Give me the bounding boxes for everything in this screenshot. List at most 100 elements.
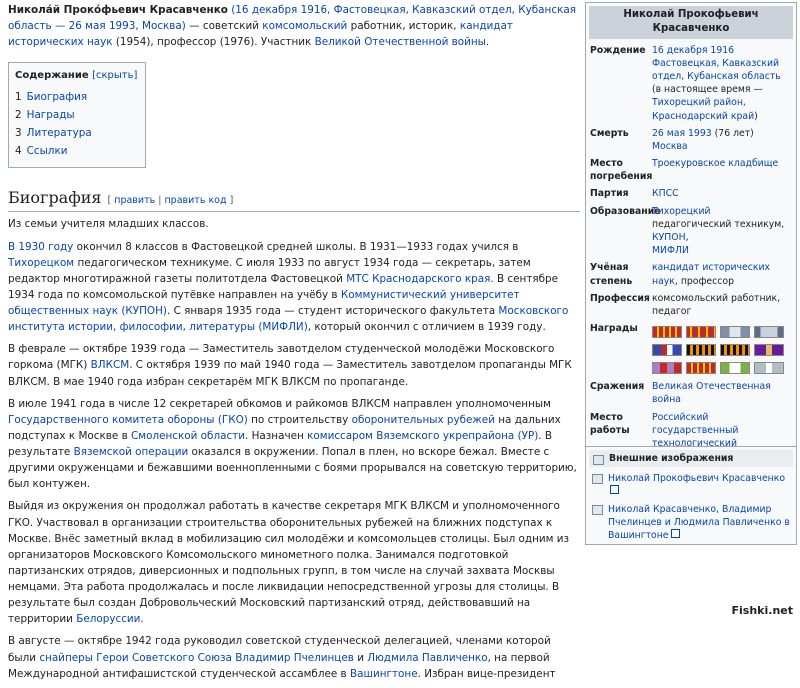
link[interactable]: Вашингтоне <box>350 668 418 680</box>
infobox-row-battles: Сражения Великая Отечественная война <box>586 378 796 408</box>
award-ribbon[interactable] <box>754 362 784 375</box>
infobox-value: 16 декабря 1916 Фастовецкая, Кавказский о… <box>652 44 792 123</box>
link[interactable]: Герои Советского Союза <box>96 652 232 664</box>
external-images-title: Внешние изображения <box>589 450 793 468</box>
link[interactable]: Белоруссии <box>76 613 140 625</box>
link[interactable]: Тихорецком <box>8 257 74 269</box>
link[interactable]: Смоленской области <box>131 430 245 442</box>
text: окончил 8 классов в Фастовецкой средней … <box>73 240 519 253</box>
infobox-label: Профессия <box>590 292 650 304</box>
text: работник, историк, <box>347 20 460 33</box>
infobox-row-profession: Профессия комсомольский работник, педаго… <box>586 290 796 320</box>
link[interactable]: Вяземской операции <box>74 446 189 458</box>
edit-link[interactable]: править <box>114 195 155 206</box>
link[interactable]: ВЛКСМ <box>91 359 130 371</box>
infobox-row-party: Партия КПСС <box>586 185 796 202</box>
link[interactable]: Фастовецкая, Кавказский отдел, Кубанская… <box>652 58 781 82</box>
infobox-label: Место погребения <box>590 158 653 183</box>
infobox-label: Сражения <box>590 381 645 393</box>
link[interactable]: Николай Прокофьевич Красавченко <box>608 473 785 484</box>
text: , <box>685 232 689 243</box>
link[interactable]: Государственного комитета обороны (ГКО) <box>8 414 248 426</box>
award-ribbon[interactable] <box>720 344 750 357</box>
infobox-row-death: Смерть 26 мая 1993 (76 лет) Москва <box>586 125 796 155</box>
person-name: Никола́й Проко́фьевич Красавченко <box>8 4 228 16</box>
image-icon <box>592 474 603 485</box>
text: (76 лет) <box>711 127 754 139</box>
link[interactable]: 26 мая 1993 <box>652 128 712 139</box>
infobox-label: Рождение <box>590 44 646 56</box>
link[interactable]: комиссаром <box>307 430 373 442</box>
infobox-value <box>652 322 792 376</box>
image-icon <box>593 454 604 465</box>
komsomol-link[interactable]: комсомольский <box>262 20 347 32</box>
external-images-box: Внешние изображения Николай Прокофьевич … <box>585 446 797 546</box>
paragraph-4: В июле 1941 года в числе 12 секретарей о… <box>8 396 580 493</box>
link[interactable]: снайперы <box>39 652 93 664</box>
link[interactable]: МИФЛИ <box>652 245 689 256</box>
link[interactable]: Людмила Павличенко <box>367 652 487 664</box>
link[interactable]: Тихорецкий район, Краснодарский край <box>652 97 754 121</box>
external-image-item[interactable]: Николай Прокофьевич Красавченко <box>586 470 796 500</box>
link[interactable]: Москва <box>652 141 688 152</box>
link[interactable]: 16 декабря 1916 <box>652 45 734 56</box>
award-ribbon[interactable] <box>686 362 716 375</box>
link[interactable]: Тихорецкий <box>652 206 711 217</box>
toc-item[interactable]: 2 Награды <box>15 106 137 124</box>
infobox-value: Великая Отечественная война <box>652 380 792 406</box>
infobox-row-degree: Учёная степень кандидат исторических нау… <box>586 259 796 289</box>
toc-num: 1 <box>15 90 22 103</box>
toc-num: 3 <box>15 127 22 140</box>
toc-num: 4 <box>15 145 22 158</box>
infobox-row-burial: Место погребения Троекуровское кладбище <box>586 155 796 185</box>
infobox-label: Награды <box>590 323 638 335</box>
external-image-item[interactable]: Николай Красавченко, Владимир Пчелинцев … <box>586 501 796 545</box>
link[interactable]: Вяземского укрепрайона (УР) <box>376 430 538 442</box>
text: . <box>485 36 490 49</box>
image-icon <box>592 504 603 515</box>
link[interactable]: Троекуровское кладбище <box>652 158 778 169</box>
link[interactable]: КУПОН <box>652 232 686 243</box>
infobox-value: комсомольский работник, педагог <box>652 292 781 317</box>
watermark: Fishki.net <box>728 601 796 619</box>
external-images-title-text: Внешние изображения <box>609 453 734 464</box>
toc-item[interactable]: 3 Литература <box>15 124 137 142</box>
toc-hide-link[interactable]: [скрыть] <box>92 70 137 81</box>
award-ribbon[interactable] <box>652 362 682 375</box>
text: , который окончил с отличием в 1939 году… <box>307 321 546 334</box>
link[interactable]: В 1930 году <box>8 241 73 253</box>
edit-links: [ править | править код ] <box>108 195 234 206</box>
toc-link[interactable]: Литература <box>27 127 92 139</box>
award-ribbon[interactable] <box>754 326 784 339</box>
infobox-value: Троекуровское кладбище <box>652 157 792 183</box>
infobox-label: Смерть <box>590 127 629 139</box>
toc-link[interactable]: Награды <box>27 109 75 121</box>
link[interactable]: КПСС <box>652 188 679 199</box>
section-heading: Биография [ править | править код ] <box>8 186 580 213</box>
link[interactable]: Николай Красавченко, Владимир Пчелинцев … <box>608 504 790 541</box>
award-ribbon[interactable] <box>652 326 682 339</box>
link[interactable]: Владимир Пчелинцев <box>235 652 354 664</box>
award-ribbon[interactable] <box>754 344 784 357</box>
award-ribbon[interactable] <box>720 326 750 339</box>
award-ribbon[interactable] <box>686 344 716 357</box>
paragraph-3: В феврале — октябре 1939 года — Заместит… <box>8 341 580 389</box>
link[interactable]: МТС <box>346 273 369 285</box>
link[interactable]: оборонительных рубежей <box>352 414 495 426</box>
award-ribbon[interactable] <box>686 326 716 339</box>
award-ribbon[interactable] <box>720 362 750 375</box>
toc-item[interactable]: 4 Ссылки <box>15 142 137 160</box>
infobox-value: КПСС <box>652 187 792 200</box>
link[interactable]: Краснодарского края <box>372 273 490 285</box>
text: — советский <box>185 20 263 33</box>
edit-code-link[interactable]: править код <box>164 195 226 206</box>
link[interactable]: Великая Отечественная война <box>652 381 771 405</box>
award-ribbon[interactable] <box>652 344 682 357</box>
infobox-value: 26 мая 1993 (76 лет) Москва <box>652 127 792 153</box>
toc-link[interactable]: Ссылки <box>27 145 68 157</box>
ww2-link[interactable]: Великой Отечественной войны <box>315 36 486 48</box>
toc-link[interactable]: Биография <box>27 91 88 103</box>
toc-item[interactable]: 1 Биография <box>15 88 137 106</box>
text: Выйдя из окружения он продолжал работать… <box>8 500 570 626</box>
table-of-contents: Содержание [скрыть] 1 Биография 2 Награды … <box>8 62 147 168</box>
